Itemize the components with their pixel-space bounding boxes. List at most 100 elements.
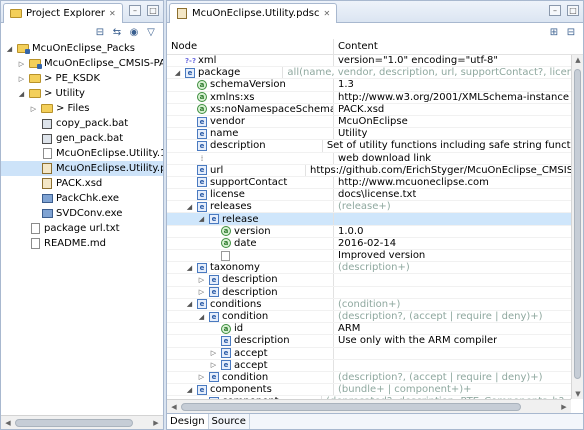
content-cell[interactable]: (bundle+ | component+)+ [334,384,472,395]
grid-row[interactable]: ◢ e taxonomy (description+) [167,262,571,275]
link-with-editor-icon[interactable]: ⇆ [111,26,123,38]
grid-row[interactable]: ▷ e accept [167,359,571,372]
minimize-button[interactable]: – [129,5,141,16]
expanded-arrow-icon[interactable]: ◢ [5,45,14,53]
explorer-horizontal-scrollbar[interactable]: ◀ ▶ [1,415,163,429]
collapse-all-icon[interactable]: ⊟ [565,26,577,38]
tree-item[interactable]: README.md [1,236,163,251]
scroll-right-icon[interactable]: ▶ [557,403,571,411]
scroll-up-icon[interactable]: ▲ [572,56,583,64]
content-cell[interactable]: 2016-02-14 [334,238,396,249]
grid-row[interactable]: ▷ e condition (description?, (accept | requ… [167,371,571,385]
tree-item[interactable]: ▷ McuOnEclipse_CMSIS-PACKS [1,56,163,71]
tree-item[interactable]: copy_pack.bat [1,116,163,131]
minimize-button[interactable]: – [549,5,561,16]
content-cell[interactable]: version="1.0" encoding="utf-8" [334,55,498,66]
tree-item[interactable]: SVDConv.exe [1,206,163,221]
column-content-header[interactable]: Content [334,41,378,52]
grid-row[interactable]: a schemaVersion 1.3 [167,79,571,92]
grid-row[interactable]: a version 1.0.0 [167,225,571,238]
tab-design[interactable]: Design [167,414,209,429]
grid-row[interactable]: e description Use only with the ARM compil… [167,335,571,348]
grid-row[interactable]: axs:noNamespaceSchemaLocationPACK.xsd [167,103,571,116]
tab-pdsc-file[interactable]: McuOnEclipse.Utility.pdsc ✕ [169,3,338,23]
editor-vertical-scrollbar[interactable]: ▲ ▼ [571,55,583,399]
focus-icon[interactable]: ◉ [128,26,140,38]
tab-source[interactable]: Source [209,414,250,429]
scroll-thumb[interactable] [574,69,581,379]
content-cell[interactable]: (description+) [334,262,410,273]
grid-row[interactable]: e license docs\license.txt [167,189,571,202]
expanded-arrow-icon[interactable]: ◢ [185,264,194,272]
content-cell[interactable]: all(name, vendor, description, url, supp… [283,67,571,78]
grid-row[interactable]: ?-? xml version="1.0" encoding="utf-8" [167,55,571,68]
content-cell[interactable]: http://www.w3.org/2001/XMLSchema-instanc… [334,92,569,103]
content-cell[interactable]: McuOnEclipse [334,116,408,127]
expand-all-icon[interactable]: ⊞ [548,26,560,38]
expanded-arrow-icon[interactable]: ◢ [197,215,206,223]
content-cell[interactable]: (description?, (accept | require | deny)… [334,311,543,322]
scroll-right-icon[interactable]: ▶ [149,419,163,427]
tree-item[interactable]: ◢ > Utility [1,86,163,101]
collapsed-arrow-icon[interactable]: ▷ [197,288,206,296]
collapse-all-icon[interactable]: ⊟ [94,26,106,38]
grid-row[interactable]: e description Set of utility functions inc… [167,140,571,153]
tree-item[interactable]: ▷ > Files [1,101,163,116]
grid-row[interactable]: a date 2016-02-14 [167,237,571,250]
content-cell[interactable]: (condition+) [334,299,400,310]
tree-item[interactable]: PackChk.exe [1,191,163,206]
content-cell[interactable]: https://github.com/ErichStyger/McuOnEcli… [306,165,571,176]
scroll-thumb[interactable] [181,402,521,411]
content-cell[interactable]: (release+) [334,201,391,212]
content-cell[interactable]: Improved version [334,250,425,261]
collapsed-arrow-icon[interactable]: ▷ [17,60,26,68]
grid-row[interactable]: e url https://github.com/ErichStyger/McuOn… [167,164,571,177]
tree-item[interactable]: McuOnEclipse.Utility.1.0.0.pack [1,146,163,161]
tree-item[interactable]: ◢ McuOnEclipse_Packs [1,41,163,56]
close-icon[interactable]: ✕ [324,9,331,18]
grid-row[interactable]: ◢ e conditions (condition+) [167,298,571,311]
scroll-left-icon[interactable]: ◀ [167,403,181,411]
view-menu-icon[interactable]: ▽ [145,26,157,38]
grid-row[interactable]: ◢ e condition (description?, (accept | requ… [167,310,571,324]
content-cell[interactable]: ARM [334,323,360,334]
grid-row[interactable]: ◢ e release [167,213,571,226]
content-cell[interactable]: Use only with the ARM compiler [334,335,497,346]
grid-row[interactable]: ◢ e package all(name, vendor, description, … [167,67,571,80]
collapsed-arrow-icon[interactable]: ▷ [17,75,26,83]
maximize-button[interactable]: □ [147,5,159,16]
content-cell[interactable]: http://www.mcuoneclipse.com [334,177,489,188]
expanded-arrow-icon[interactable]: ◢ [185,203,194,211]
grid-row[interactable]: ▷ e description [167,274,571,287]
tab-project-explorer[interactable]: Project Explorer ✕ [3,3,123,23]
grid-row[interactable]: ⁞ web download link [167,152,571,165]
grid-row[interactable]: a id ARM [167,323,571,336]
expanded-arrow-icon[interactable]: ◢ [173,69,182,77]
expanded-arrow-icon[interactable]: ◢ [197,313,206,321]
scroll-left-icon[interactable]: ◀ [1,419,15,427]
tree-item[interactable]: PACK.xsd [1,176,163,191]
content-cell[interactable]: docs\license.txt [334,189,416,200]
collapsed-arrow-icon[interactable]: ▷ [197,276,206,284]
tree-item[interactable]: ▷ > PE_KSDK [1,71,163,86]
grid-row[interactable]: ◢ e releases (release+) [167,201,571,214]
column-node-header[interactable]: Node [167,39,334,54]
tree-item[interactable]: package url.txt [1,221,163,236]
tree-item[interactable]: McuOnEclipse.Utility.pdsc [1,161,163,176]
grid-row[interactable]: Improved version [167,250,571,263]
grid-row[interactable]: a xmlns:xs http://www.w3.org/2001/XMLSchem… [167,91,571,104]
expanded-arrow-icon[interactable]: ◢ [185,300,194,308]
content-cell[interactable]: PACK.xsd [334,104,384,115]
expanded-arrow-icon[interactable]: ◢ [185,386,194,394]
grid-row[interactable]: e supportContact http://www.mcuoneclipse.c… [167,176,571,190]
collapsed-arrow-icon[interactable]: ▷ [209,349,218,357]
tree-item[interactable]: gen_pack.bat [1,131,163,146]
grid-row[interactable]: ▷ e description [167,286,571,299]
content-cell[interactable]: Set of utility functions including safe … [323,140,571,151]
grid-row[interactable]: e name Utility [167,128,571,141]
content-cell[interactable]: Utility [334,128,367,139]
scroll-thumb[interactable] [15,418,133,427]
content-cell[interactable]: web download link [334,153,431,164]
collapsed-arrow-icon[interactable]: ▷ [197,373,206,381]
grid-row[interactable]: ◢ e components (bundle+ | component+)+ [167,384,571,397]
